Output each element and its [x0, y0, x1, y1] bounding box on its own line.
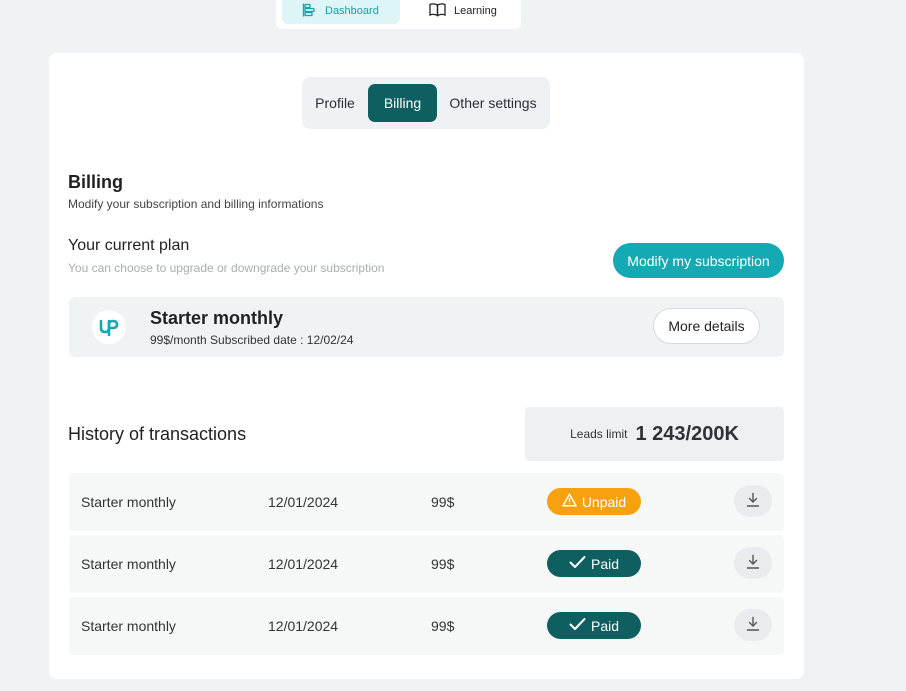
- status-label: Paid: [590, 617, 620, 634]
- dashboard-icon: [301, 2, 317, 21]
- current-plan-title: Your current plan: [68, 237, 190, 254]
- nav-item-learning[interactable]: Learning: [429, 0, 497, 24]
- transaction-row: Starter monthly 12/01/2024 99$ Paid: [69, 597, 784, 655]
- tab-other-settings[interactable]: Other settings: [442, 84, 544, 122]
- download-icon: [746, 554, 760, 573]
- more-details-button[interactable]: More details: [653, 308, 760, 344]
- modify-subscription-button[interactable]: Modify my subscription: [613, 243, 784, 278]
- warning-icon: [562, 493, 577, 510]
- plan-meta: 99$/month Subscribed date : 12/02/24: [150, 333, 354, 347]
- status-label: Unpaid: [581, 493, 627, 510]
- transaction-date: 12/01/2024: [268, 556, 339, 572]
- leads-limit-box: Leads limit 1 243/200K: [525, 407, 784, 461]
- transaction-amount: 99$: [431, 618, 455, 634]
- download-button[interactable]: [734, 547, 772, 579]
- transaction-plan: Starter monthly: [81, 618, 176, 634]
- download-button[interactable]: [734, 609, 772, 641]
- transaction-date: 12/01/2024: [268, 618, 339, 634]
- check-icon: [569, 555, 586, 572]
- status-label: Paid: [590, 555, 620, 572]
- transaction-amount: 99$: [431, 556, 455, 572]
- check-icon: [569, 617, 586, 634]
- plan-name: Starter monthly: [150, 308, 284, 328]
- status-badge: Paid: [547, 550, 641, 577]
- settings-card: Profile Billing Other settings Billing M…: [49, 53, 804, 679]
- download-button[interactable]: [734, 485, 772, 517]
- download-icon: [746, 616, 760, 635]
- tab-profile[interactable]: Profile: [306, 84, 364, 122]
- transaction-plan: Starter monthly: [81, 494, 176, 510]
- transaction-amount: 99$: [431, 494, 455, 510]
- settings-tabs: Profile Billing Other settings: [302, 77, 550, 129]
- top-navigation: Dashboard Learning: [276, 0, 521, 29]
- page-title: Billing: [68, 172, 123, 192]
- page-subtitle: Modify your subscription and billing inf…: [68, 197, 324, 211]
- book-icon: [429, 2, 446, 20]
- current-plan-subtitle: You can choose to upgrade or downgrade y…: [68, 261, 385, 275]
- nav-item-label: Dashboard: [325, 5, 379, 17]
- transaction-row: Starter monthly 12/01/2024 99$ Paid: [69, 535, 784, 593]
- tab-billing[interactable]: Billing: [368, 84, 437, 122]
- nav-item-label: Learning: [454, 5, 497, 17]
- download-icon: [746, 492, 760, 511]
- transaction-plan: Starter monthly: [81, 556, 176, 572]
- brand-logo-icon: [92, 310, 126, 344]
- transaction-row: Starter monthly 12/01/2024 99$ Unpaid: [69, 473, 784, 531]
- leads-limit-value: 1 243/200K: [635, 422, 739, 445]
- transaction-date: 12/01/2024: [268, 494, 339, 510]
- history-title: History of transactions: [68, 424, 247, 444]
- leads-limit-label: Leads limit: [570, 427, 628, 441]
- nav-item-dashboard[interactable]: Dashboard: [282, 0, 400, 24]
- status-badge: Unpaid: [547, 488, 641, 515]
- current-plan-box: Starter monthly 99$/month Subscribed dat…: [69, 297, 784, 357]
- status-badge: Paid: [547, 612, 641, 639]
